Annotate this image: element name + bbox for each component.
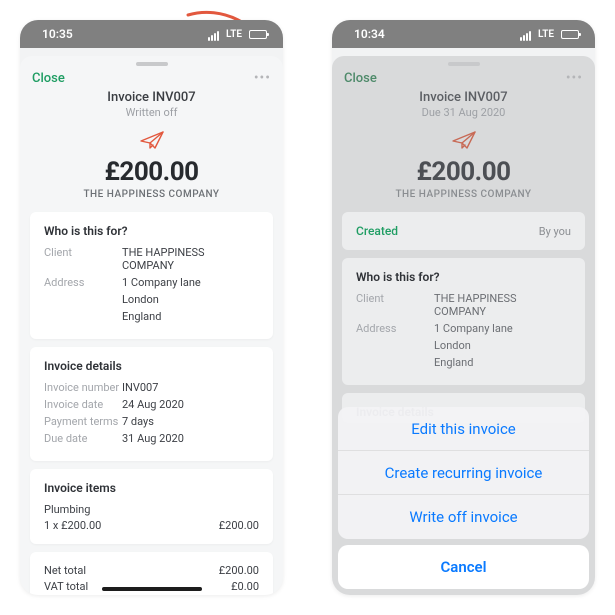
section-heading: Invoice details <box>44 359 259 373</box>
home-indicator[interactable] <box>102 587 202 591</box>
invoice-title: Invoice INV007 <box>332 90 595 105</box>
invoice-title: Invoice INV007 <box>20 90 283 105</box>
signal-icon <box>519 27 531 41</box>
card-who-is-this-for: Who is this for? ClientTHE HAPPINESS COM… <box>30 212 273 339</box>
more-menu-icon[interactable]: ••• <box>254 70 271 86</box>
invoice-due: Due 31 Aug 2020 <box>332 106 595 119</box>
invoice-amount: £200.00 <box>332 157 595 187</box>
action-edit-invoice[interactable]: Edit this invoice <box>338 407 589 451</box>
invoice-amount: £200.00 <box>20 157 283 187</box>
action-cancel[interactable]: Cancel <box>338 545 589 589</box>
invoice-screen-writtenoff: 10:35 LTE Close ••• Invoice INV007 Writt… <box>20 20 283 595</box>
paper-plane-icon <box>450 129 478 151</box>
company-name: THE HAPPINESS COMPANY <box>20 189 283 200</box>
card-created: Created By you <box>342 212 585 250</box>
created-by: By you <box>539 225 571 238</box>
card-invoice-details: Invoice details Invoice numberINV007 Inv… <box>30 347 273 461</box>
battery-icon <box>249 30 267 39</box>
more-menu-icon[interactable]: ••• <box>566 70 583 86</box>
card-invoice-items: Invoice items Plumbing 1 x £200.00 £200.… <box>30 469 273 544</box>
action-sheet: Edit this invoice Create recurring invoi… <box>338 407 589 589</box>
status-bar: 10:35 LTE <box>20 20 283 48</box>
network-label: LTE <box>538 29 554 40</box>
close-button[interactable]: Close <box>344 71 377 86</box>
paper-plane-icon <box>138 129 166 151</box>
card-who-is-this-for: Who is this for? ClientTHE HAPPINESS COM… <box>342 258 585 385</box>
status-time: 10:35 <box>42 27 73 41</box>
network-label: LTE <box>226 29 242 40</box>
action-write-off[interactable]: Write off invoice <box>338 495 589 539</box>
section-heading: Who is this for? <box>356 270 571 284</box>
item-qty: 1 x £200.00 <box>44 519 101 532</box>
close-button[interactable]: Close <box>32 71 65 86</box>
invoice-screen-actionsheet: 10:34 LTE Close ••• Invoice INV007 Due 3… <box>332 20 595 595</box>
invoice-status: Written off <box>20 106 283 119</box>
battery-icon <box>561 30 579 39</box>
created-label: Created <box>356 224 398 238</box>
status-time: 10:34 <box>354 27 385 41</box>
item-name: Plumbing <box>44 503 259 516</box>
section-heading: Invoice items <box>44 481 259 495</box>
action-create-recurring[interactable]: Create recurring invoice <box>338 451 589 495</box>
status-bar: 10:34 LTE <box>332 20 595 48</box>
section-heading: Who is this for? <box>44 224 259 238</box>
company-name: THE HAPPINESS COMPANY <box>332 189 595 200</box>
signal-icon <box>207 27 219 41</box>
item-line-total: £200.00 <box>219 519 259 532</box>
